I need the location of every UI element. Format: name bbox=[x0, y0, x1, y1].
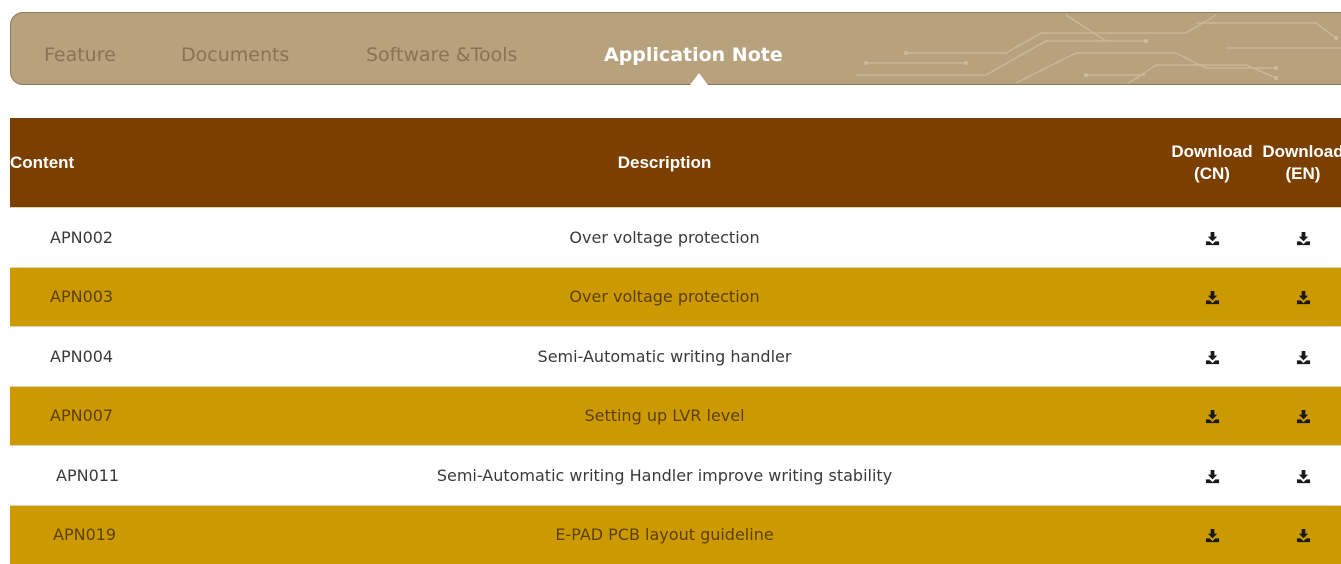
table-row: APN019 E-PAD PCB layout guideline bbox=[10, 504, 1341, 564]
download-cn-cell bbox=[1169, 504, 1255, 564]
table-row: APN011 Semi-Automatic writing Handler im… bbox=[10, 445, 1341, 505]
row-description: Semi-Automatic writing handler bbox=[160, 326, 1169, 386]
header-download-en: Download (EN) bbox=[1255, 118, 1341, 208]
download-en-cell bbox=[1255, 207, 1341, 267]
download-icon[interactable] bbox=[1205, 409, 1220, 424]
row-description: Over voltage protection bbox=[160, 266, 1169, 327]
row-description: Over voltage protection bbox=[160, 207, 1169, 267]
download-cn-cell bbox=[1169, 385, 1255, 446]
download-icon[interactable] bbox=[1205, 528, 1220, 543]
tab-documents[interactable]: Documents bbox=[181, 43, 289, 67]
header-content: Content bbox=[10, 118, 160, 208]
download-icon[interactable] bbox=[1205, 231, 1220, 246]
row-description: E-PAD PCB layout guideline bbox=[160, 504, 1169, 564]
row-code-text: APN002 bbox=[50, 227, 114, 247]
download-cn-cell bbox=[1169, 266, 1255, 327]
download-icon[interactable] bbox=[1296, 350, 1311, 365]
row-code-text: APN019 bbox=[53, 525, 117, 545]
download-cn-cell bbox=[1169, 326, 1255, 386]
row-code-text: APN004 bbox=[50, 346, 114, 366]
tab-feature[interactable]: Feature bbox=[44, 43, 116, 67]
row-code-text: APN007 bbox=[50, 406, 114, 426]
download-en-cell bbox=[1255, 326, 1341, 386]
download-icon[interactable] bbox=[1296, 231, 1311, 246]
header-download-cn-line2: (CN) bbox=[1194, 163, 1230, 183]
header-download-cn: Download (CN) bbox=[1169, 118, 1255, 208]
download-cn-cell bbox=[1169, 207, 1255, 267]
active-tab-indicator bbox=[690, 73, 708, 85]
download-icon[interactable] bbox=[1205, 469, 1220, 484]
header-download-cn-line1: Download bbox=[1171, 141, 1253, 161]
row-code: APN003 bbox=[10, 266, 160, 327]
row-description: Setting up LVR level bbox=[160, 385, 1169, 446]
application-notes-table: Content Description Download (CN) Downlo… bbox=[10, 118, 1341, 564]
table-row: APN002 Over voltage protection bbox=[10, 207, 1341, 267]
download-icon[interactable] bbox=[1296, 469, 1311, 484]
table-row: APN007 Setting up LVR level bbox=[10, 385, 1341, 446]
tab-software-tools[interactable]: Software &Tools bbox=[366, 43, 517, 67]
header-download-en-line2: (EN) bbox=[1285, 163, 1321, 183]
row-description: Semi-Automatic writing Handler improve w… bbox=[160, 445, 1169, 505]
download-icon[interactable] bbox=[1205, 350, 1220, 365]
download-icon[interactable] bbox=[1296, 409, 1311, 424]
row-code: APN007 bbox=[10, 385, 160, 446]
row-code: APN011 bbox=[10, 445, 160, 505]
download-en-cell bbox=[1255, 445, 1341, 505]
download-icon[interactable] bbox=[1296, 528, 1311, 543]
tab-bar: Feature Documents Software &Tools Applic… bbox=[10, 12, 1341, 85]
download-icon[interactable] bbox=[1296, 290, 1311, 305]
download-icon[interactable] bbox=[1205, 290, 1220, 305]
tab-application-note[interactable]: Application Note bbox=[604, 43, 783, 67]
circuit-decoration bbox=[856, 14, 1341, 84]
header-download-en-line1: Download bbox=[1262, 141, 1341, 161]
row-code-text: APN003 bbox=[50, 287, 114, 307]
header-description: Description bbox=[160, 118, 1169, 208]
row-code: APN002 bbox=[10, 207, 160, 267]
table-row: APN004 Semi-Automatic writing handler bbox=[10, 326, 1341, 386]
download-en-cell bbox=[1255, 385, 1341, 446]
table-header-row: Content Description Download (CN) Downlo… bbox=[10, 118, 1341, 208]
download-en-cell bbox=[1255, 266, 1341, 327]
row-code-text: APN011 bbox=[56, 465, 120, 485]
download-cn-cell bbox=[1169, 445, 1255, 505]
download-en-cell bbox=[1255, 504, 1341, 564]
row-code: APN019 bbox=[10, 504, 160, 564]
table-row: APN003 Over voltage protection bbox=[10, 266, 1341, 327]
row-code: APN004 bbox=[10, 326, 160, 386]
